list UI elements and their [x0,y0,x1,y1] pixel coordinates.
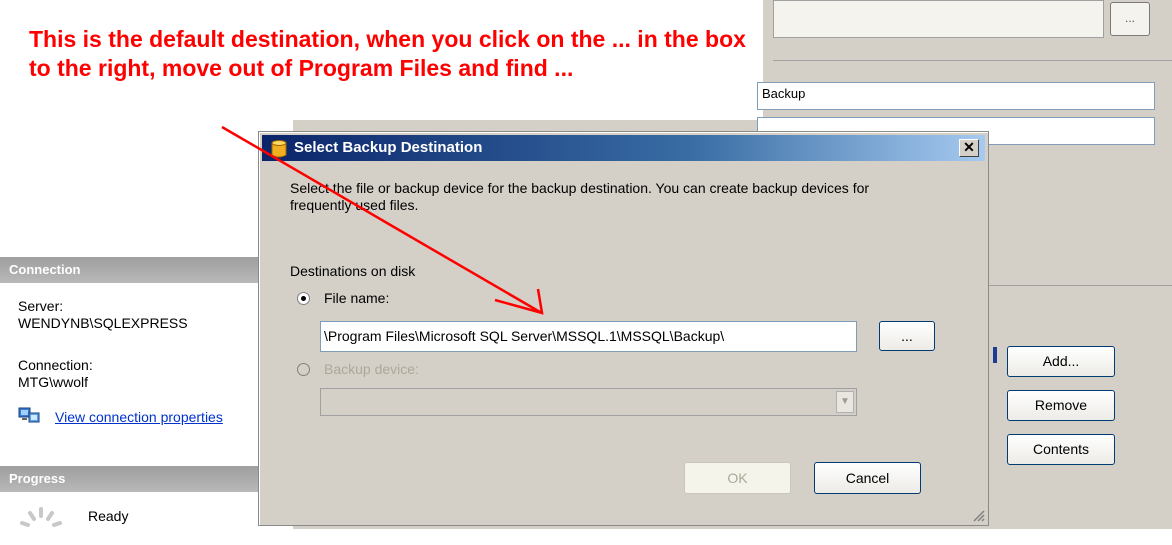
annotation-arrow [221,125,544,315]
